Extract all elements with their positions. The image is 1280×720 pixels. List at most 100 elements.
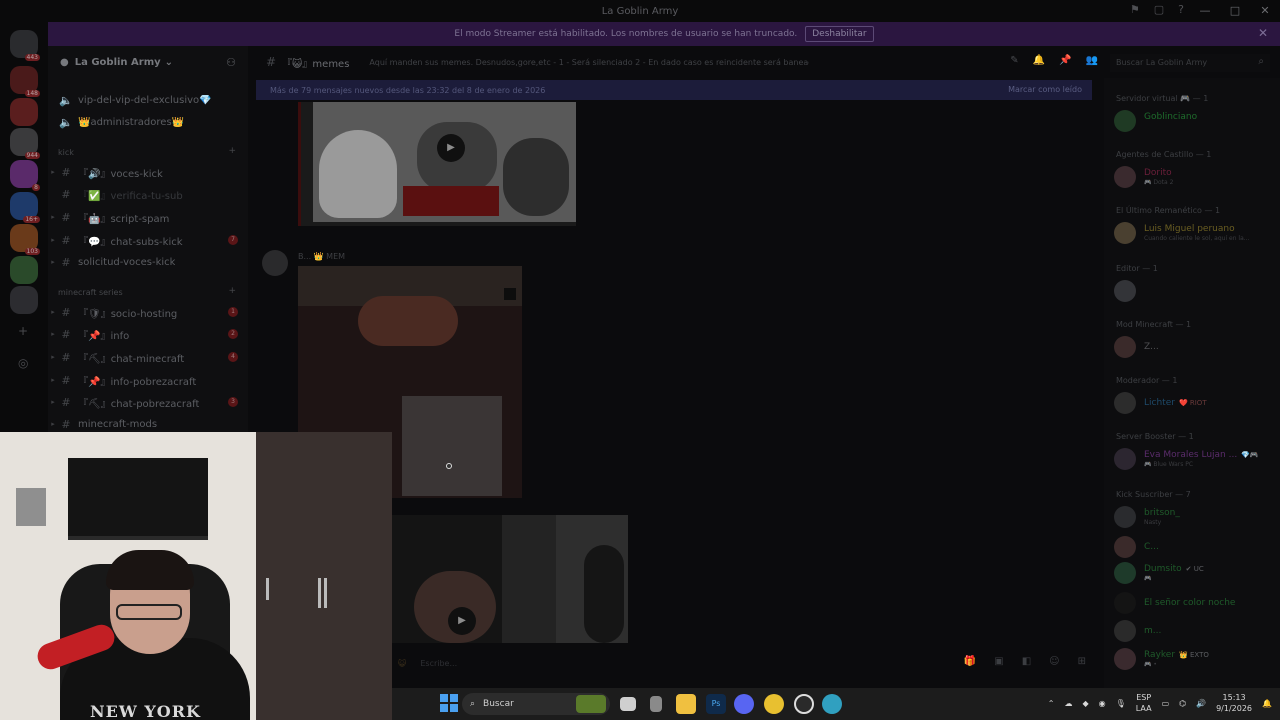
chrome-icon[interactable]: [764, 694, 784, 714]
windows-start-icon[interactable]: [440, 694, 460, 714]
guild-header[interactable]: ● La Goblin Army ⌄ ⚇: [48, 46, 248, 78]
channel-item[interactable]: ▸ # 『📌』info 2: [48, 324, 248, 344]
server-icon[interactable]: [10, 256, 38, 284]
monitor-icon[interactable]: ▭: [1162, 699, 1170, 708]
title-bar-icons: ⚑ ▢ ?: [1130, 3, 1184, 16]
taskbar-search[interactable]: ⌕ Buscar: [462, 693, 610, 715]
server-icon[interactable]: 148: [10, 66, 40, 97]
discord-icon[interactable]: [734, 694, 754, 714]
server-icon[interactable]: 103: [10, 224, 40, 255]
member-item[interactable]: Goblinciano: [1114, 110, 1280, 134]
discord-home-icon[interactable]: 443: [10, 30, 40, 61]
channel-item[interactable]: ▸ # 『⛏』chat-pobrezacraft 3: [48, 392, 248, 412]
file-explorer-icon[interactable]: [676, 694, 696, 714]
channel-item[interactable]: ▸ # 『📌』info-pobrezacraft: [48, 370, 248, 390]
disable-streamer-button[interactable]: Deshabilitar: [805, 26, 874, 42]
member-item[interactable]: m...: [1114, 620, 1280, 644]
add-member-icon[interactable]: ⚇: [226, 56, 236, 69]
photoshop-icon[interactable]: Ps: [706, 694, 726, 714]
add-channel-icon[interactable]: +: [228, 146, 236, 156]
member-item[interactable]: Dumsito ✔ UC 🎮: [1114, 562, 1280, 586]
category-minecraft[interactable]: minecraft series: [58, 288, 123, 297]
member-item[interactable]: Luis Miguel peruano Cuando caliente le so…: [1114, 222, 1280, 246]
app-icon[interactable]: [650, 696, 662, 712]
channel-item[interactable]: ▸ # 『🤖』script-spam: [48, 207, 248, 227]
search-placeholder: Buscar La Goblin Army: [1116, 58, 1208, 67]
play-icon[interactable]: ▶: [448, 607, 476, 635]
task-view-icon[interactable]: [620, 697, 636, 711]
gift-icon[interactable]: 🎁: [964, 656, 976, 667]
notification-bell-icon[interactable]: 🔔: [1033, 55, 1045, 66]
fullscreen-icon[interactable]: [504, 288, 516, 300]
app-icon[interactable]: [794, 694, 814, 714]
minimize-icon[interactable]: —: [1190, 0, 1220, 22]
language-indicator[interactable]: ESP LAA: [1136, 692, 1152, 714]
help-icon[interactable]: ?: [1178, 3, 1184, 16]
member-item[interactable]: Z...: [1114, 336, 1280, 360]
channel-item[interactable]: ▸ # minecraft-mods: [48, 414, 248, 434]
avatar[interactable]: [262, 250, 288, 276]
add-server-icon[interactable]: +: [18, 324, 28, 338]
message-composer[interactable]: 😺 Escribe... 🎁 ▣ ◧ ☺ ⊞: [392, 652, 1092, 674]
new-messages-bar[interactable]: Más de 79 mensajes nuevos desde las 23:3…: [256, 80, 1092, 100]
member-item[interactable]: Rayker 👑 EXTO 🎮 •: [1114, 648, 1280, 672]
message-author[interactable]: B... 👑 MEM: [298, 252, 345, 261]
member-item[interactable]: [1114, 280, 1280, 304]
search-input[interactable]: Buscar La Goblin Army ⌕: [1110, 54, 1270, 72]
member-item[interactable]: Lichter ❤️ RIOT: [1114, 392, 1280, 416]
message-image[interactable]: ▶: [298, 102, 576, 226]
member-item[interactable]: C...: [1114, 536, 1280, 560]
member-item[interactable]: Eva Morales Lujan ... 💎🎮 🎮 Blue Wars PC: [1114, 448, 1280, 472]
close-icon[interactable]: ✕: [1250, 0, 1280, 22]
clock[interactable]: 15:13 9/1/2026: [1216, 692, 1252, 714]
volume-icon[interactable]: 🔊: [1196, 699, 1206, 708]
banner-close-icon[interactable]: ✕: [1258, 26, 1268, 40]
channel-item[interactable]: ▸ # solicitud-voces-kick: [48, 252, 248, 272]
screen-icon[interactable]: ▢: [1154, 3, 1164, 16]
apps-icon[interactable]: ⊞: [1078, 656, 1086, 667]
sticker-icon[interactable]: ◧: [1022, 656, 1031, 667]
add-channel-icon[interactable]: +: [228, 286, 236, 296]
channel-topic[interactable]: Aquí manden sus memes. Desnudos,gore,etc…: [369, 58, 809, 67]
attach-icon[interactable]: 😺: [398, 659, 406, 668]
channel-item[interactable]: ▸ # 『⛏』chat-minecraft 4: [48, 347, 248, 367]
server-icon[interactable]: 16+: [10, 192, 40, 223]
member-item[interactable]: britson_ Nasty: [1114, 506, 1280, 530]
onedrive-icon[interactable]: ☁: [1064, 699, 1072, 708]
server-icon[interactable]: [10, 286, 38, 314]
emoji-icon[interactable]: ☺: [1049, 656, 1059, 667]
channel-item[interactable]: ▸ # 『🛡』socio-hosting 1: [48, 302, 248, 322]
app-icon[interactable]: [822, 694, 842, 714]
maximize-icon[interactable]: □: [1220, 0, 1250, 22]
server-icon[interactable]: [10, 98, 38, 126]
avatar: [1114, 280, 1136, 302]
security-icon[interactable]: ◆: [1082, 699, 1088, 708]
steam-icon[interactable]: ◉: [1099, 699, 1106, 708]
server-icon[interactable]: 944: [10, 128, 40, 159]
gif-icon[interactable]: ▣: [994, 656, 1003, 667]
explore-icon[interactable]: ◎: [18, 356, 28, 370]
channel-item[interactable]: ▸ # 『💬』chat-subs-kick 7: [48, 230, 248, 250]
avatar: [1114, 536, 1136, 558]
hash-icon: #: [61, 305, 71, 319]
member-list-icon[interactable]: 👥: [1086, 55, 1098, 66]
category-kick[interactable]: kick: [58, 148, 74, 157]
twitch-server-icon[interactable]: 8: [10, 160, 40, 191]
channel-item[interactable]: # 『✅』verifica-tu-sub: [48, 184, 248, 204]
notification-icon[interactable]: 🔔: [1262, 699, 1272, 708]
pin-icon[interactable]: 📌: [1059, 55, 1071, 66]
network-icon[interactable]: ⌬: [1179, 699, 1186, 708]
channel-item[interactable]: 🔈 vip-del-vip-del-exclusivo💎: [48, 90, 248, 110]
play-icon[interactable]: ▶: [437, 134, 465, 162]
member-item[interactable]: El señor color noche: [1114, 592, 1280, 616]
channel-item[interactable]: ▸ # 『🔊』voces-kick: [48, 162, 248, 182]
channel-item[interactable]: 🔈 👑administradores👑: [48, 112, 248, 132]
figure-shirt: [403, 186, 499, 216]
message-video[interactable]: ▶: [392, 515, 628, 643]
member-item[interactable]: Dorito 🎮 Dota 2: [1114, 166, 1280, 190]
threads-icon[interactable]: ✎: [1010, 55, 1018, 66]
chevron-up-icon[interactable]: ⌃: [1048, 699, 1055, 708]
mark-as-read-button[interactable]: Marcar como leído: [1008, 85, 1082, 94]
inbox-icon[interactable]: ⚑: [1130, 3, 1140, 16]
mic-icon[interactable]: 🎙: [1116, 699, 1126, 708]
